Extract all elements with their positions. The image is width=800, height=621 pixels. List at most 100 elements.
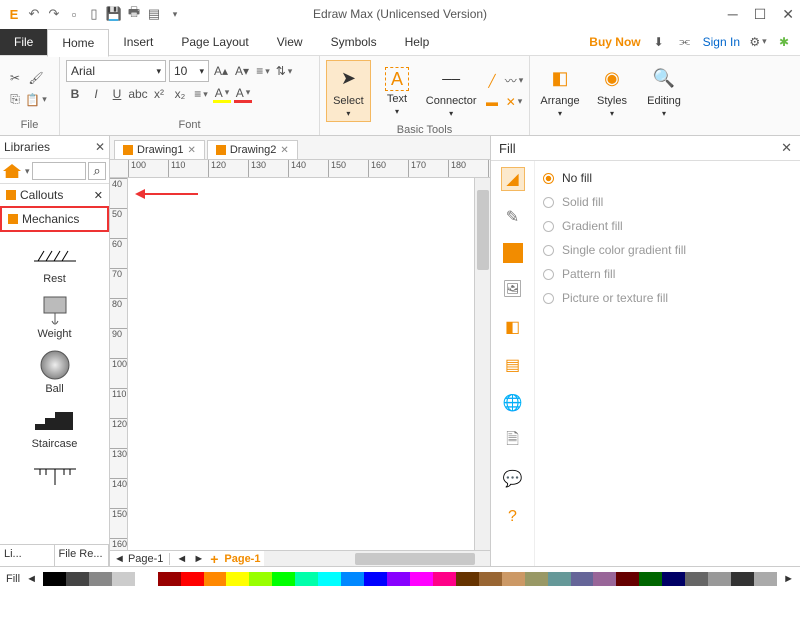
share-icon[interactable]: ⫘ — [677, 34, 693, 50]
libraries-close-icon[interactable]: ✕ — [95, 140, 105, 154]
picture-icon[interactable]: 🖼 — [501, 277, 525, 301]
styles-button[interactable]: ◉ Styles▾ — [588, 60, 636, 122]
shape-rest[interactable]: Rest — [34, 240, 76, 285]
bullets-icon[interactable]: ≡ — [254, 62, 272, 80]
new-icon[interactable]: ▫ — [66, 6, 82, 22]
qat-menu-icon[interactable] — [166, 6, 182, 22]
page-icon[interactable]: 🗎 — [501, 429, 525, 453]
close-icon[interactable]: ✕ — [782, 6, 794, 23]
horizontal-scrollbar[interactable] — [264, 551, 490, 566]
tab-symbols[interactable]: Symbols — [317, 29, 391, 55]
page-nav[interactable]: ◄ Page-1 — [114, 553, 170, 565]
open-icon[interactable]: ▯ — [86, 6, 102, 22]
undo-icon[interactable]: ↶ — [26, 6, 42, 22]
select-tool[interactable]: ➤ Select▾ — [326, 60, 371, 122]
font-size-select[interactable]: 10▾ — [169, 60, 209, 82]
palette-next-icon[interactable]: ► — [783, 573, 794, 585]
sign-in-link[interactable]: Sign In — [703, 35, 740, 49]
group-edit-label — [536, 122, 688, 136]
tab-insert[interactable]: Insert — [109, 29, 167, 55]
add-page-icon[interactable]: + — [210, 551, 218, 567]
font-color-icon[interactable]: A — [234, 85, 252, 103]
print-icon[interactable]: 🖶 — [126, 6, 142, 22]
fill-option[interactable]: Single color gradient fill — [543, 243, 792, 257]
shape-antenna[interactable] — [34, 460, 76, 490]
chat-icon[interactable]: 💬 — [501, 467, 525, 491]
font-name-select[interactable]: Arial▾ — [66, 60, 166, 82]
arrange-icon: ◧ — [546, 65, 574, 93]
notes-icon[interactable]: ▤ — [501, 353, 525, 377]
color-palette[interactable] — [43, 572, 777, 586]
buy-now-link[interactable]: Buy Now — [589, 35, 640, 49]
curve-icon[interactable]: 〰 — [505, 72, 523, 90]
spacing-icon[interactable]: ⇅ — [275, 62, 293, 80]
line-style-icon[interactable]: ✎ — [501, 205, 525, 229]
shape-weight[interactable]: Weight — [34, 295, 76, 340]
doc-tab-drawing1[interactable]: Drawing1✕ — [114, 140, 205, 159]
increase-font-icon[interactable]: A▴ — [212, 62, 230, 80]
fill-option[interactable]: No fill — [543, 171, 792, 185]
vertical-scrollbar[interactable] — [474, 178, 490, 550]
settings-icon[interactable]: ⚙ — [750, 34, 766, 50]
file-menu[interactable]: File — [0, 29, 47, 55]
library-dropdown[interactable] — [32, 162, 86, 180]
copy-icon[interactable]: ⎘ — [6, 91, 24, 109]
highlight-icon[interactable]: A — [213, 85, 231, 103]
tab-page-layout[interactable]: Page Layout — [167, 29, 262, 55]
cut-icon[interactable]: ✂ — [6, 69, 24, 87]
brush-icon[interactable]: 🖌 — [27, 69, 45, 87]
fill-close-icon[interactable]: ✕ — [781, 140, 792, 156]
editing-button[interactable]: 🔍 Editing▾ — [640, 60, 688, 122]
shape-staircase[interactable]: Staircase — [32, 405, 78, 450]
italic-icon[interactable]: I — [87, 85, 105, 103]
fill-option[interactable]: Gradient fill — [543, 219, 792, 233]
fill-bucket-icon[interactable]: ◢ — [501, 167, 525, 191]
home-dropdown-icon[interactable] — [23, 166, 30, 177]
preview-icon[interactable]: ▤ — [146, 6, 162, 22]
rect-icon[interactable]: ▬ — [483, 93, 501, 111]
shape-ball[interactable]: Ball — [34, 350, 76, 395]
superscript-icon[interactable]: x² — [150, 85, 168, 103]
current-page[interactable]: Page-1 — [224, 553, 260, 565]
search-icon[interactable]: ⌕ — [88, 162, 106, 180]
libraries-title: Libraries — [4, 140, 91, 154]
save-icon[interactable]: 💾 — [106, 6, 122, 22]
strike-icon[interactable]: abc — [129, 85, 147, 103]
shadow-icon[interactable]: ◧ — [501, 315, 525, 339]
bold-icon[interactable]: B — [66, 85, 84, 103]
export-icon[interactable]: ⬇ — [651, 34, 667, 50]
help-icon[interactable]: ? — [501, 505, 525, 529]
solid-fill-icon[interactable] — [503, 243, 523, 263]
lib-tab-1[interactable]: Li... — [0, 545, 55, 566]
connector-tool[interactable]: ⎯⎯ Connector▾ — [423, 60, 479, 122]
minimize-icon[interactable]: ─ — [728, 6, 738, 23]
star-icon[interactable]: ✕ — [505, 93, 523, 111]
tab-help[interactable]: Help — [391, 29, 444, 55]
fill-option[interactable]: Pattern fill — [543, 267, 792, 281]
text-tool[interactable]: A Text▾ — [375, 60, 420, 122]
paste-icon[interactable]: 📋 — [27, 91, 45, 109]
line-icon[interactable]: ╱ — [483, 72, 501, 90]
redo-icon[interactable]: ↷ — [46, 6, 62, 22]
category-callouts[interactable]: Callouts ✕ — [0, 184, 109, 206]
globe-icon[interactable]: 🌐 — [501, 391, 525, 415]
lib-tab-2[interactable]: File Re... — [55, 545, 110, 566]
maximize-icon[interactable]: ☐ — [754, 6, 767, 23]
arrange-button[interactable]: ◧ Arrange▾ — [536, 60, 584, 122]
tab-view[interactable]: View — [263, 29, 317, 55]
next-page-icon[interactable]: ► — [193, 553, 204, 565]
brand-icon: ✱ — [776, 34, 792, 50]
align-icon[interactable]: ≡ — [192, 85, 210, 103]
underline-icon[interactable]: U — [108, 85, 126, 103]
palette-prev-icon[interactable]: ◄ — [26, 573, 37, 585]
tab-home[interactable]: Home — [47, 29, 109, 57]
fill-option[interactable]: Picture or texture fill — [543, 291, 792, 305]
subscript-icon[interactable]: x₂ — [171, 85, 189, 103]
decrease-font-icon[interactable]: A▾ — [233, 62, 251, 80]
canvas[interactable] — [128, 178, 474, 550]
fill-option[interactable]: Solid fill — [543, 195, 792, 209]
prev-page-icon[interactable]: ◄ — [176, 553, 187, 565]
category-mechanics[interactable]: Mechanics — [0, 206, 109, 232]
doc-tab-drawing2[interactable]: Drawing2✕ — [207, 140, 298, 159]
home-icon[interactable] — [3, 164, 21, 178]
